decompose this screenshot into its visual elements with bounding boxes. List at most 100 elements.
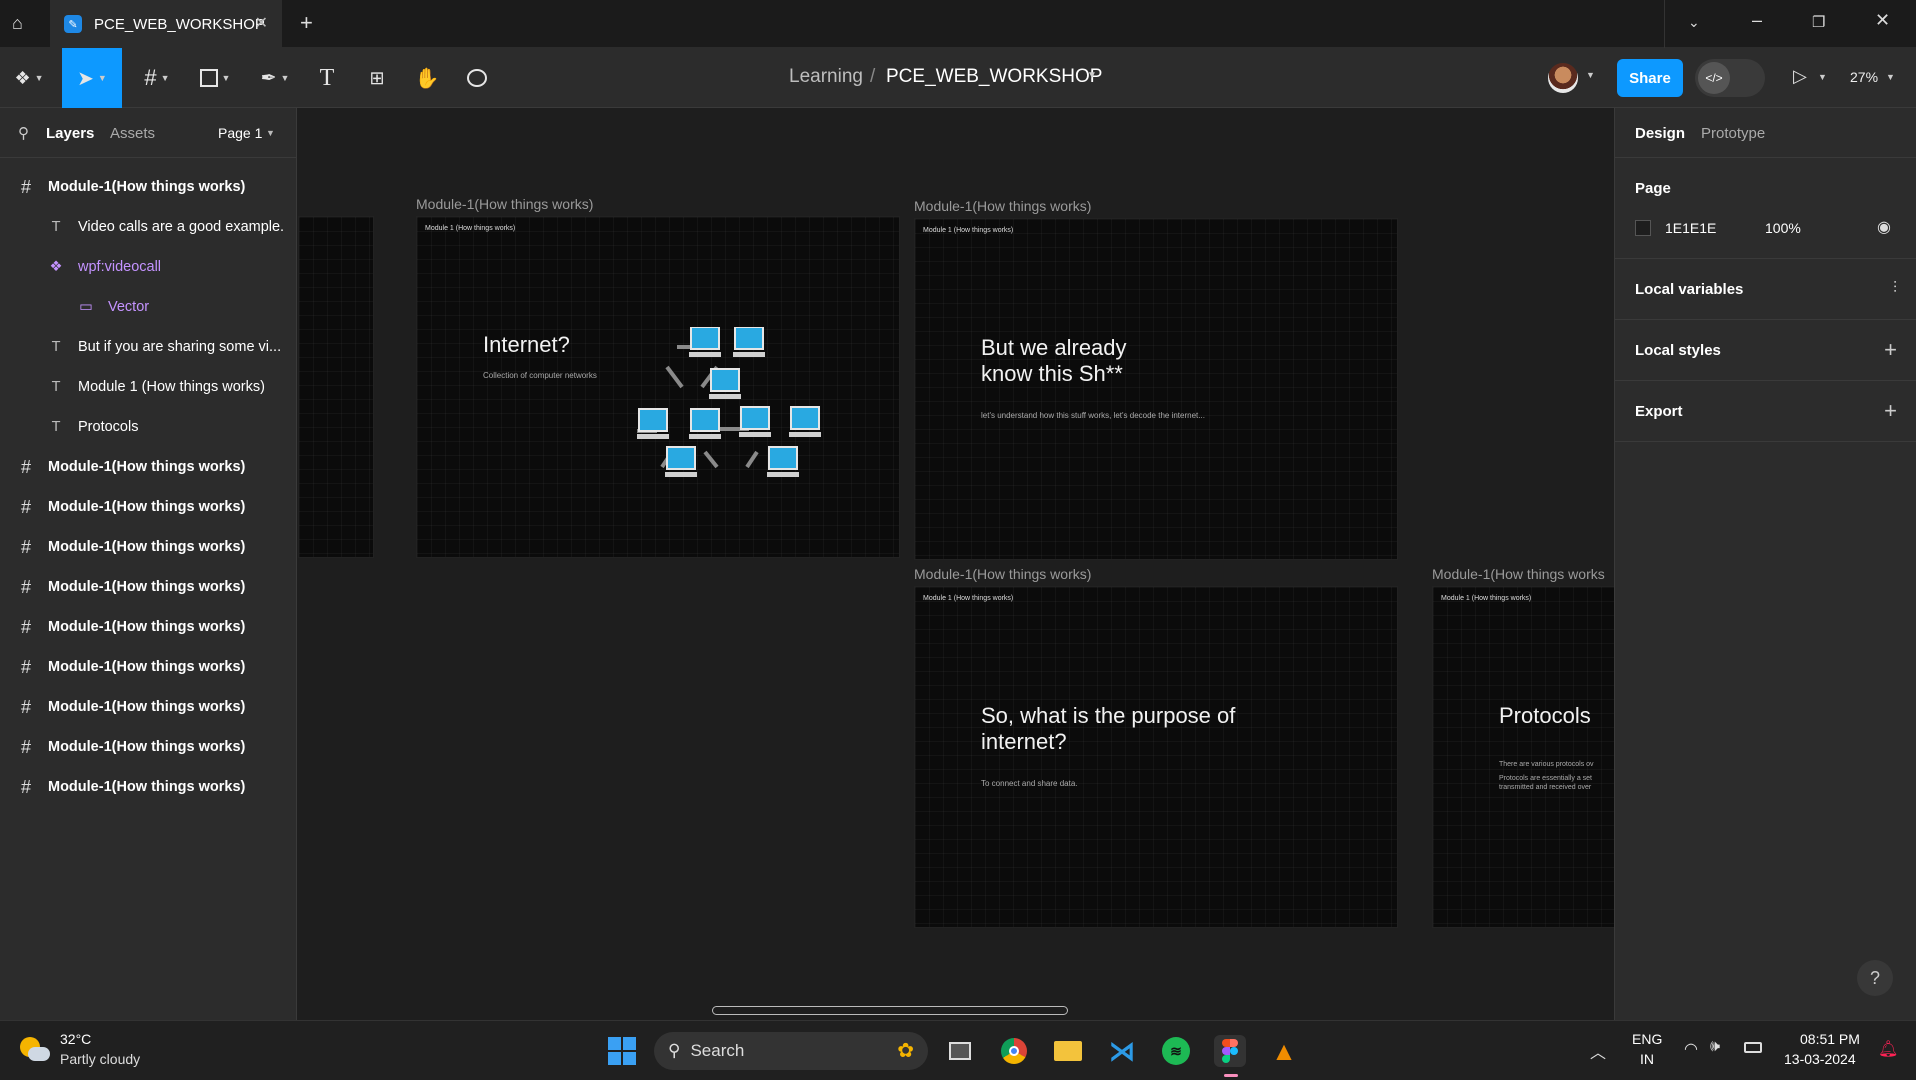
chrome-icon[interactable] (998, 1035, 1030, 1067)
frame-partial-left[interactable] (298, 216, 374, 558)
volume-icon[interactable]: 🕪 (1710, 1038, 1720, 1056)
minimize-icon[interactable]: – (1752, 10, 1762, 31)
start-windows-icon[interactable] (606, 1035, 638, 1067)
move-tool-button[interactable]: ➤ ▼ (62, 48, 122, 108)
frame-hash-icon: # (144, 65, 157, 90)
language-line-2[interactable]: IN (1640, 1051, 1654, 1067)
page-color-swatch[interactable] (1635, 220, 1651, 236)
layer-row[interactable]: T But if you are sharing some vi... (0, 327, 297, 367)
canvas[interactable]: Module-1(How things works) Module 1 (How… (298, 108, 1614, 1020)
frame-label[interactable]: Module-1(How things works (1432, 566, 1605, 582)
frame-hash-icon: # (20, 696, 31, 717)
layer-row[interactable]: # Module-1(How things works) (0, 647, 297, 687)
help-icon[interactable]: ? (1857, 960, 1893, 996)
eye-visibility-icon[interactable]: ◉ (1877, 217, 1891, 237)
page-selector[interactable]: Page 1 (218, 125, 262, 141)
horizontal-scrollbar[interactable] (712, 1006, 1068, 1015)
frame-hash-icon: # (20, 776, 31, 797)
tab-design[interactable]: Design (1635, 125, 1685, 142)
frame-label[interactable]: Module-1(How things works) (914, 566, 1091, 582)
plus-icon[interactable]: + (1884, 337, 1897, 363)
layer-label: But if you are sharing some vi... (78, 339, 282, 355)
layer-row[interactable]: ▭ Vector (0, 287, 297, 327)
close-tab-icon[interactable]: ✕ (255, 13, 268, 33)
tab-prototype[interactable]: Prototype (1701, 125, 1765, 142)
figma-icon[interactable] (1214, 1035, 1246, 1067)
chevron-down-icon[interactable]: ⌄ (1688, 14, 1700, 31)
taskbar-search[interactable]: ⚲ Search ✿ (654, 1032, 928, 1070)
layer-row[interactable]: # Module-1(How things works) (0, 487, 297, 527)
notification-bell-icon[interactable]: 🔔︎ (1878, 1039, 1898, 1059)
breadcrumb-file[interactable]: PCE_WEB_WORKSHOP (886, 66, 1102, 88)
battery-icon[interactable] (1744, 1042, 1762, 1053)
frame-purpose[interactable]: Module 1 (How things works) So, what is … (914, 586, 1398, 928)
layer-row[interactable]: # Module-1(How things works) (0, 567, 297, 607)
chevron-up-icon[interactable]: ︿ (1590, 1039, 1606, 1063)
share-button[interactable]: Share (1617, 59, 1683, 97)
frame-internet[interactable]: Module 1 (How things works) Internet? Co… (416, 216, 900, 558)
layer-row[interactable]: # Module-1(How things works) (0, 447, 297, 487)
layer-label: Module-1(How things works) (48, 499, 246, 515)
main-menu-button[interactable]: ❖ ▼ (8, 48, 50, 108)
frame-protocols[interactable]: Module 1 (How things works) Protocols Th… (1432, 586, 1614, 928)
language-line-1[interactable]: ENG (1632, 1031, 1662, 1047)
local-styles-section[interactable]: Local styles + (1615, 320, 1916, 381)
vscode-icon[interactable]: ⋊ (1106, 1035, 1138, 1067)
zoom-level[interactable]: 27% (1850, 69, 1878, 85)
tab-layers[interactable]: Layers (46, 125, 94, 142)
layer-row[interactable]: # Module-1(How things works) (0, 687, 297, 727)
layer-row[interactable]: T Module 1 (How things works) (0, 367, 297, 407)
text-tool-button[interactable]: T (312, 48, 342, 108)
tab-divider (1664, 0, 1665, 48)
file-tab[interactable]: ✎ PCE_WEB_WORKSHOP ✕ (50, 0, 282, 48)
tab-assets[interactable]: Assets (110, 125, 155, 142)
layer-row[interactable]: # Module-1(How things works) (0, 607, 297, 647)
chevron-down-icon[interactable]: ▼ (266, 128, 275, 138)
export-section[interactable]: Export + (1615, 381, 1916, 442)
shape-tool-button[interactable]: ▼ (192, 48, 238, 108)
restore-icon[interactable]: ❐ (1812, 13, 1825, 31)
wifi-icon[interactable]: ◠ (1684, 1039, 1698, 1059)
frame-label[interactable]: Module-1(How things works) (914, 198, 1091, 214)
chevron-down-icon[interactable]: ▼ (1087, 70, 1097, 81)
plus-icon[interactable]: + (1884, 398, 1897, 424)
computer-icon (739, 406, 771, 437)
home-icon[interactable]: ⌂ (12, 13, 23, 34)
vlc-icon[interactable]: ▲ (1268, 1035, 1300, 1067)
hand-tool-button[interactable]: ✋ (412, 48, 442, 108)
layer-row[interactable]: T Protocols (0, 407, 297, 447)
dev-mode-toggle[interactable]: </> (1695, 59, 1765, 97)
resources-tool-button[interactable]: ⊞ (362, 48, 392, 108)
clock-time[interactable]: 08:51 PM (1800, 1031, 1860, 1047)
task-view-icon[interactable] (944, 1035, 976, 1067)
breadcrumb-team[interactable]: Learning (789, 66, 863, 88)
layer-row[interactable]: # Module-1(How things works) (0, 527, 297, 567)
spotify-icon[interactable]: ≋ (1160, 1035, 1192, 1067)
frame-hash-icon: # (20, 656, 31, 677)
local-variables-section[interactable]: Local variables ⫶ (1615, 259, 1916, 320)
frame-already-know[interactable]: Module 1 (How things works) But we alrea… (914, 218, 1398, 560)
present-play-icon[interactable]: ▷ (1793, 66, 1807, 87)
pen-tool-button[interactable]: ✒ ▼ (252, 48, 298, 108)
weather-icon[interactable] (16, 1035, 52, 1065)
chevron-down-icon[interactable]: ▼ (1818, 72, 1827, 82)
clock-date[interactable]: 13-03-2024 (1784, 1051, 1856, 1067)
collaborator-menu[interactable]: ▼ (1548, 60, 1608, 96)
network-links (637, 345, 759, 469)
layer-row[interactable]: T Video calls are a good example. (0, 207, 297, 247)
layer-row[interactable]: ❖ wpf:videocall (0, 247, 297, 287)
close-window-icon[interactable]: ✕ (1875, 10, 1890, 31)
page-opacity-value[interactable]: 100% (1765, 220, 1801, 236)
frame-tool-button[interactable]: # ▼ (134, 48, 180, 108)
comment-tool-button[interactable] (462, 48, 492, 108)
layer-row[interactable]: # Module-1(How things works) (0, 167, 297, 207)
frame-label[interactable]: Module-1(How things works) (416, 196, 593, 212)
file-explorer-icon[interactable] (1052, 1035, 1084, 1067)
page-color-value[interactable]: 1E1E1E (1665, 220, 1716, 236)
sliders-icon[interactable]: ⫶ (1893, 280, 1897, 298)
search-icon[interactable]: ⚲ (18, 124, 29, 142)
layer-row[interactable]: # Module-1(How things works) (0, 727, 297, 767)
layer-row[interactable]: # Module-1(How things works) (0, 767, 297, 807)
new-tab-icon[interactable]: + (300, 10, 313, 36)
chevron-down-icon[interactable]: ▼ (1886, 72, 1895, 82)
